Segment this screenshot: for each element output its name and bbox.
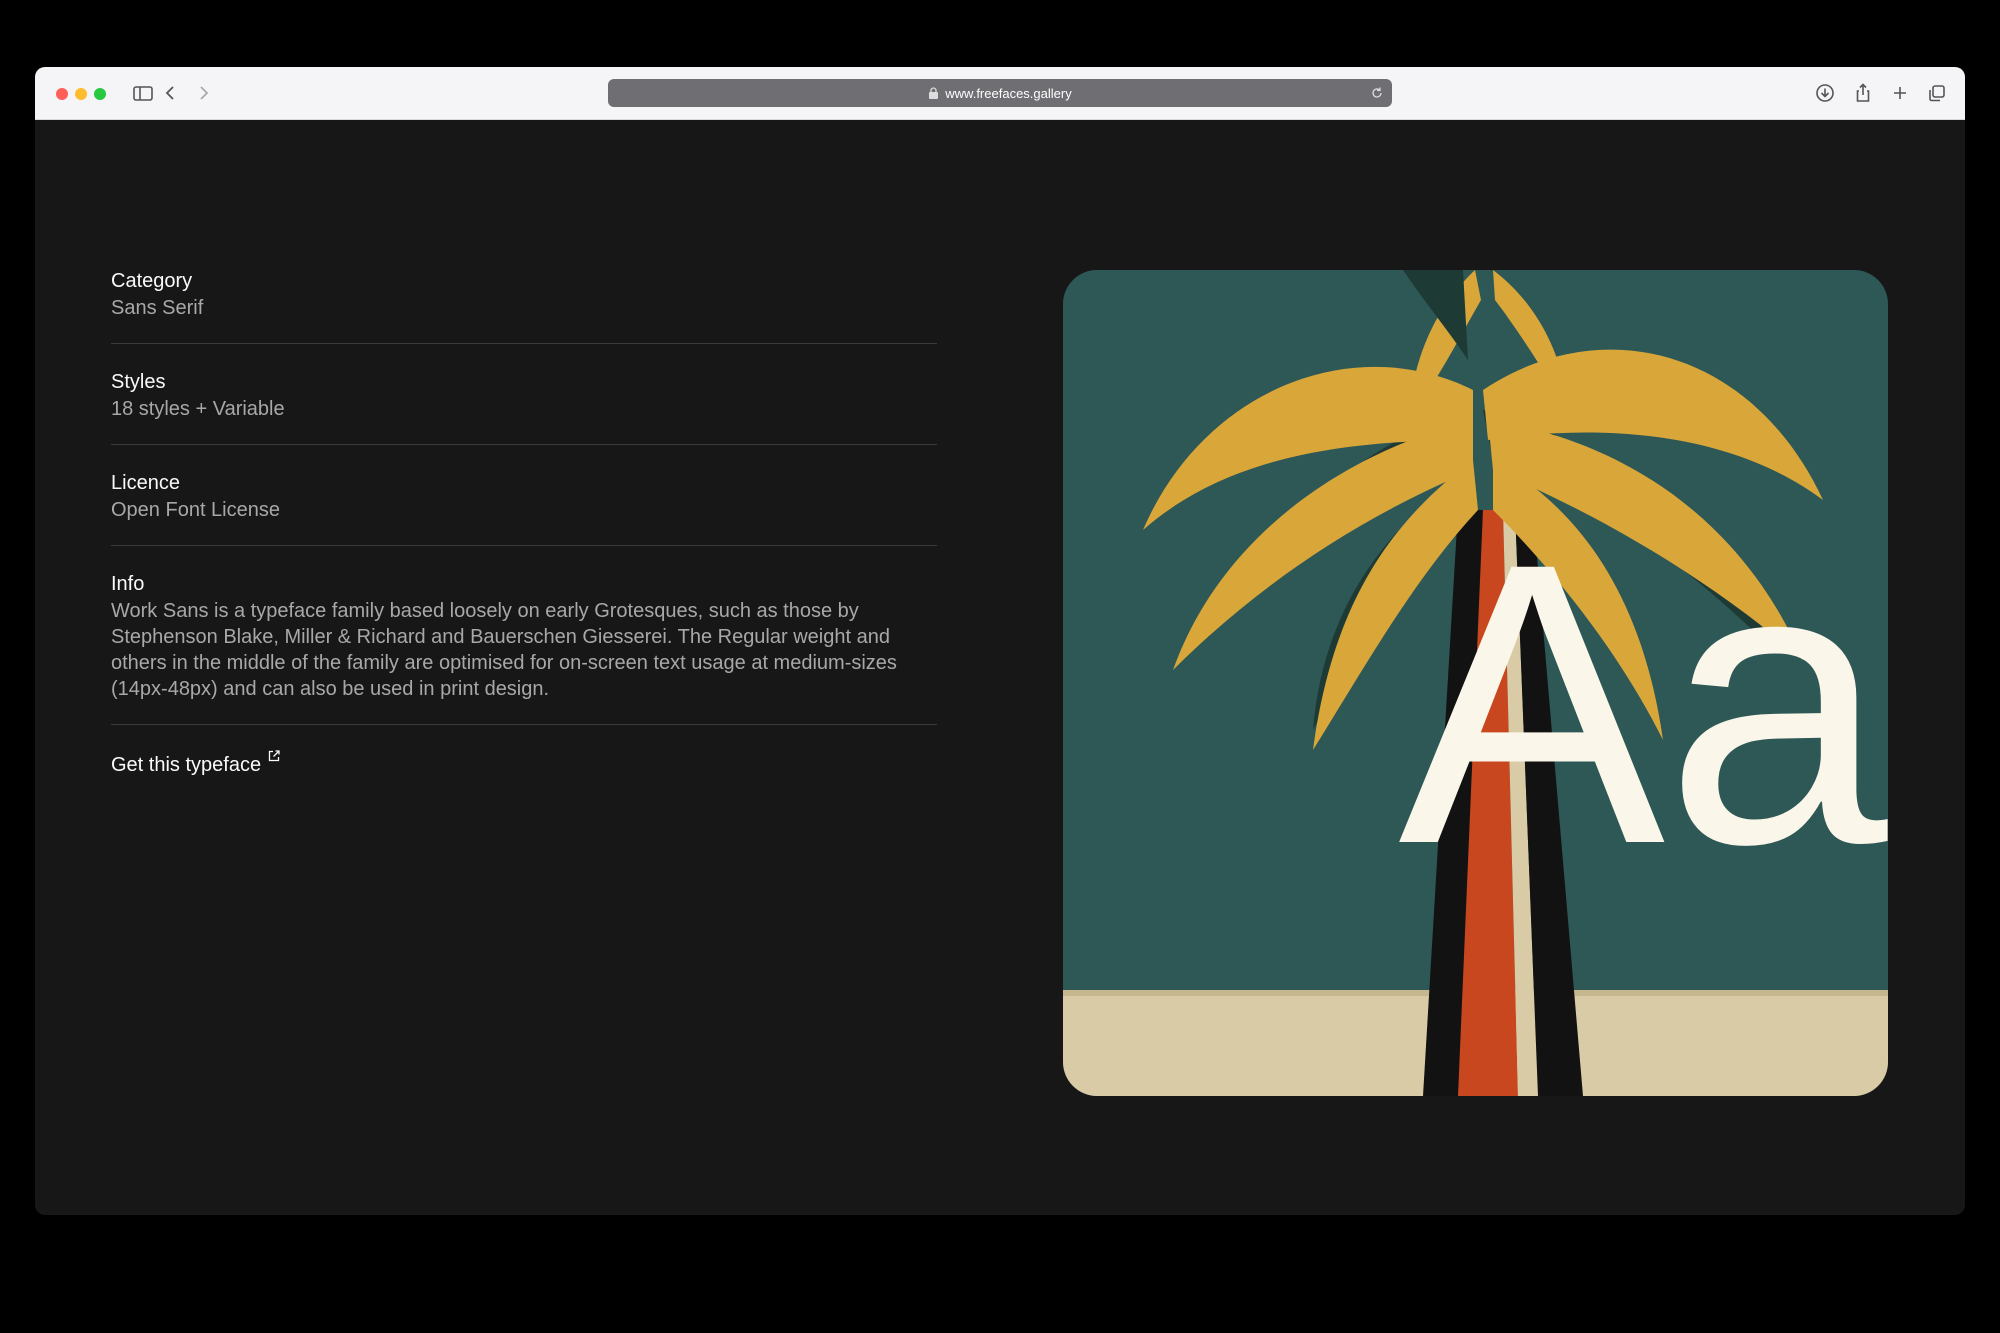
share-icon[interactable] <box>1851 81 1875 105</box>
lock-icon <box>929 87 939 99</box>
preview-glyphs: Aa <box>1398 480 1888 927</box>
typeface-details: Category Sans Serif Styles 18 styles + V… <box>111 267 937 779</box>
maximize-window-button[interactable] <box>94 88 106 100</box>
detail-value: 18 styles + Variable <box>111 398 285 420</box>
url-text: www.freefaces.gallery <box>945 85 1072 101</box>
minimize-window-button[interactable] <box>75 88 87 100</box>
tabs-overview-icon[interactable] <box>1925 81 1949 105</box>
forward-icon[interactable] <box>191 81 215 105</box>
detail-label: Info <box>111 573 145 595</box>
external-link-icon <box>268 750 280 762</box>
get-typeface-link[interactable]: Get this typeface <box>111 750 281 779</box>
reload-icon[interactable] <box>1370 86 1384 100</box>
browser-toolbar: www.freefaces.gallery <box>35 67 1965 120</box>
detail-info: Info Work Sans is a typeface family base… <box>111 570 937 725</box>
detail-licence: Licence Open Font License <box>111 469 937 546</box>
new-tab-icon[interactable] <box>1888 81 1912 105</box>
detail-value: Sans Serif <box>111 297 204 319</box>
detail-value: Open Font License <box>111 499 280 521</box>
get-typeface-label: Get this typeface <box>111 754 262 776</box>
detail-label: Licence <box>111 472 180 494</box>
detail-styles: Styles 18 styles + Variable <box>111 368 937 445</box>
info-description: Work Sans is a typeface family based loo… <box>111 600 897 700</box>
detail-label: Category <box>111 270 193 292</box>
detail-label: Styles <box>111 371 166 393</box>
sidebar-icon[interactable] <box>131 81 155 105</box>
typeface-preview-image: Aa <box>1063 270 1888 1096</box>
address-bar[interactable]: www.freefaces.gallery <box>608 79 1392 107</box>
browser-window: www.freefaces.gallery Category Sans Seri… <box>35 67 1965 1215</box>
detail-category: Category Sans Serif <box>111 267 937 344</box>
back-icon[interactable] <box>159 81 183 105</box>
palm-tree-illustration: Aa <box>1063 270 1888 1096</box>
close-window-button[interactable] <box>56 88 68 100</box>
download-icon[interactable] <box>1813 81 1837 105</box>
